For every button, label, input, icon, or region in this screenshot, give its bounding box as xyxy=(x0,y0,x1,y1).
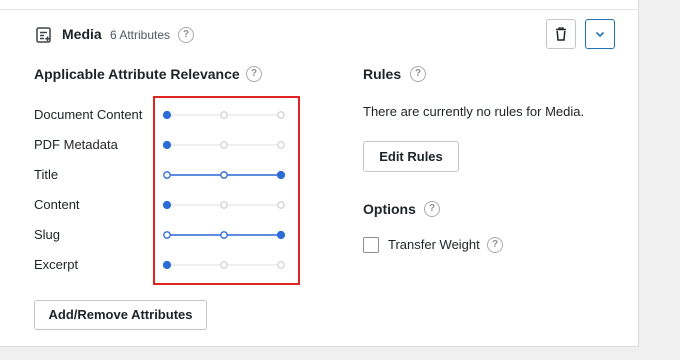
collapse-toggle-button[interactable] xyxy=(585,19,615,49)
help-icon[interactable]: ? xyxy=(178,27,194,43)
help-icon[interactable]: ? xyxy=(424,201,440,217)
help-icon[interactable]: ? xyxy=(410,66,426,82)
relevance-title: Applicable Attribute Relevance xyxy=(34,66,240,82)
help-icon[interactable]: ? xyxy=(246,66,262,82)
attribute-label: Excerpt xyxy=(34,257,79,272)
chevron-down-icon xyxy=(595,31,605,38)
help-icon[interactable]: ? xyxy=(487,237,503,253)
attribute-count: 6 Attributes xyxy=(110,28,171,42)
attribute-label: Slug xyxy=(34,227,61,242)
transfer-weight-checkbox[interactable] xyxy=(363,237,379,253)
trash-icon xyxy=(556,27,566,41)
source-title: Media xyxy=(62,26,102,42)
transfer-weight-label: Transfer Weight xyxy=(388,237,480,252)
relevance-highlight-box xyxy=(153,96,300,285)
edit-rules-button[interactable]: Edit Rules xyxy=(363,141,459,172)
attribute-label: Title xyxy=(34,167,59,182)
attribute-label: Document Content xyxy=(34,107,143,122)
add-remove-attributes-button[interactable]: Add/Remove Attributes xyxy=(34,300,207,330)
delete-source-button[interactable] xyxy=(546,19,576,49)
engine-source-card: Media 6 Attributes ? Applicable Attribut… xyxy=(0,0,639,347)
rules-empty-message: There are currently no rules for Media. xyxy=(363,104,585,119)
rules-title: Rules xyxy=(363,66,402,82)
attribute-label: Content xyxy=(34,197,80,212)
list-edit-icon xyxy=(36,27,51,43)
top-divider xyxy=(0,9,638,10)
attribute-label: PDF Metadata xyxy=(34,137,118,152)
options-title: Options xyxy=(363,201,416,217)
